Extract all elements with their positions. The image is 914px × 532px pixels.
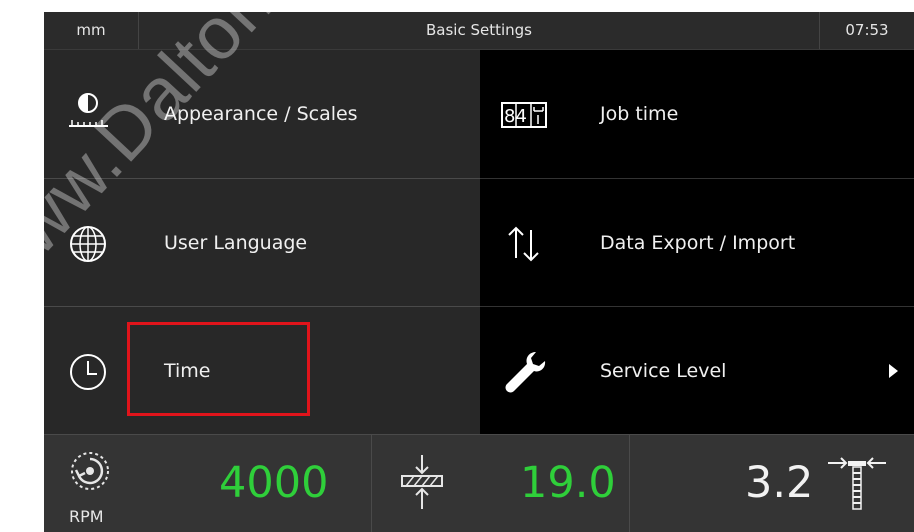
- unit-indicator[interactable]: mm: [44, 12, 139, 49]
- wrench-icon: [505, 352, 546, 393]
- squeeze-arrows-icon: [828, 457, 886, 510]
- rpm-panel[interactable]: RPM 4000: [44, 435, 371, 532]
- submenu-arrow-icon: [889, 364, 898, 378]
- menu-item-label: User Language: [164, 232, 308, 254]
- menu-item-appearance[interactable]: Appearance / Scales: [44, 50, 480, 178]
- menu-item-label: Appearance / Scales: [164, 103, 358, 125]
- menu-item-label: Data Export / Import: [600, 232, 796, 254]
- menu-item-job-time[interactable]: 84 Job time: [480, 50, 914, 178]
- status-bar: mm Basic Settings 07:53: [44, 12, 914, 50]
- counter-icon: 84: [501, 102, 547, 128]
- contrast-scale-icon: [69, 93, 108, 127]
- menu-item-user-language[interactable]: User Language: [44, 179, 480, 307]
- clock-display: 07:53: [819, 12, 914, 49]
- dimension-panel[interactable]: 3.2: [629, 435, 914, 532]
- menu-item-data-export-import[interactable]: Data Export / Import: [480, 179, 914, 307]
- menu-item-label: Job time: [600, 103, 679, 125]
- readout-bar: RPM 4000 19.0 3.2: [44, 434, 914, 532]
- dimension-value: 3.2: [745, 458, 814, 508]
- up-down-arrows-icon: [508, 226, 539, 262]
- counter-digits: 84: [504, 106, 527, 127]
- page-title: Basic Settings: [425, 21, 532, 39]
- rpm-value: 4000: [219, 458, 329, 508]
- position-panel[interactable]: 19.0: [371, 435, 629, 532]
- globe-icon: [70, 226, 106, 262]
- device-screen: mm Basic Settings 07:53 Appearance / Sca…: [44, 12, 914, 532]
- clock-icon: [70, 354, 106, 390]
- compress-arrows-icon: [401, 455, 443, 509]
- menu-item-service-level[interactable]: Service Level: [480, 307, 914, 435]
- rotation-gauge-icon: [71, 452, 109, 490]
- rpm-label: RPM: [69, 507, 104, 526]
- position-value: 19.0: [520, 458, 616, 508]
- highlight-box: [127, 322, 310, 416]
- menu-item-label: Service Level: [600, 360, 727, 382]
